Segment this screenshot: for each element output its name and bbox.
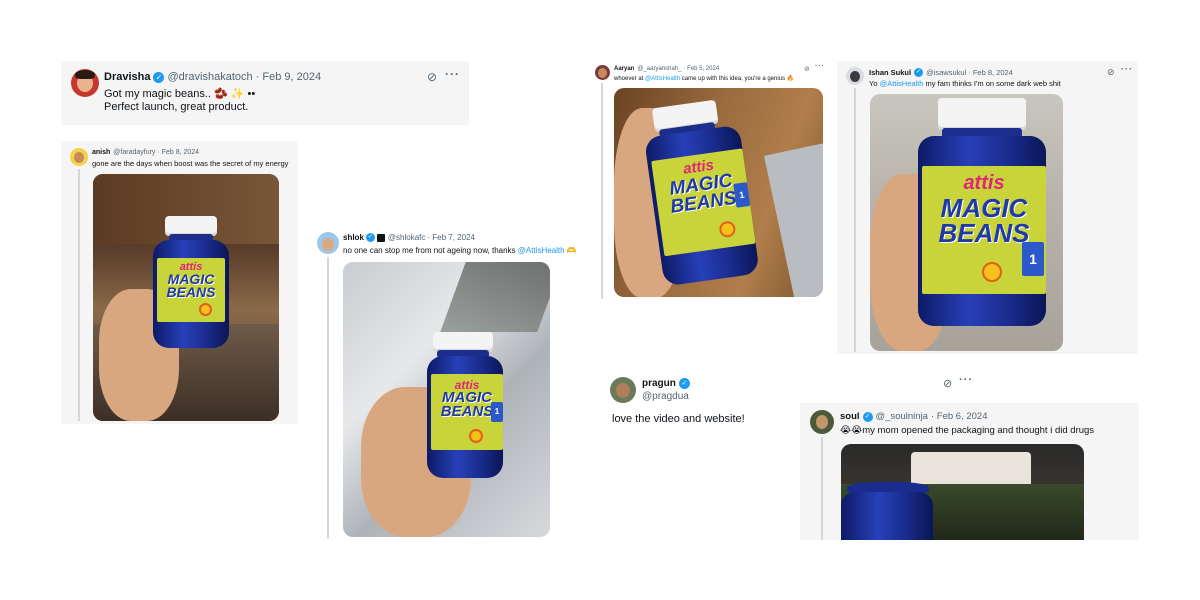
product-bottle: attis MAGIC BEANS 1 — [638, 95, 772, 289]
tweet-text-line-2: Perfect launch, great product. — [104, 101, 249, 113]
product-bottle: attis MAGIC BEANS 1 — [427, 332, 523, 482]
tweet-header: Dravisha ✓ @dravishakatoch · Feb 9, 2024 — [104, 71, 321, 83]
tweet-text: gone are the days when boost was the sec… — [92, 159, 289, 168]
tweet-date[interactable]: · Feb 8, 2024 — [157, 149, 199, 156]
verified-badge-icon: ✓ — [862, 411, 873, 422]
product-title: MAGIC BEANS — [166, 271, 216, 301]
grok-icon[interactable]: ⊘ — [427, 70, 437, 84]
avatar[interactable] — [595, 65, 610, 80]
product-bottle: attis MAGIC BEANS 1 — [918, 98, 1058, 328]
thread-line — [327, 257, 329, 539]
verified-badge-icon: ✓ — [678, 378, 690, 389]
author-name[interactable]: shlok — [343, 233, 364, 242]
grok-icon[interactable]: ⊘ — [943, 377, 952, 390]
author-name[interactable]: Aaryan — [614, 66, 634, 72]
tweet-text: no one can stop me from not ageing now, … — [343, 246, 577, 255]
product-bottle: attis MAGIC BEANS — [151, 216, 231, 351]
tweet-date[interactable]: · Feb 8, 2024 — [968, 68, 1013, 77]
tweet-header: pragun ✓ — [642, 378, 690, 389]
tweet-photo[interactable]: attis MAGIC BEANS — [93, 174, 279, 421]
brand-logo: attis — [963, 172, 1005, 194]
author-name[interactable]: Dravisha — [104, 71, 150, 83]
verified-badge-icon: ✓ — [153, 71, 165, 83]
tweet-header: anish @faradayfury · Feb 8, 2024 — [92, 149, 199, 156]
more-icon[interactable]: ··· — [445, 67, 460, 81]
author-handle[interactable]: @shlokafc — [388, 233, 425, 242]
verified-badge-icon: ✓ — [914, 68, 924, 77]
author-handle[interactable]: @_aaryanshah_ — [637, 66, 681, 72]
tweet-date[interactable]: · Feb 5, 2024 — [683, 66, 719, 72]
product-title: MAGIC BEANS — [938, 193, 1030, 248]
thread-line — [854, 88, 856, 352]
coin-icon — [469, 429, 483, 443]
tweet-text: Yo @AttisHealth my fam thinks I'm on som… — [869, 79, 1061, 88]
author-handle[interactable]: @dravishakatoch — [167, 71, 252, 83]
tweet-date[interactable]: · Feb 7, 2024 — [427, 233, 475, 242]
author-handle[interactable]: @isawsukul — [926, 68, 966, 77]
grok-icon[interactable]: ⊘ — [1107, 67, 1115, 78]
author-name[interactable]: anish — [92, 149, 110, 156]
author-handle[interactable]: @pragdua — [642, 391, 689, 402]
tweet-text: love the video and website! — [612, 413, 745, 425]
thread-line — [601, 83, 603, 299]
tweet-photo[interactable]: attis MAGIC BEANS 1 — [870, 94, 1063, 351]
more-icon[interactable]: ··· — [959, 374, 973, 386]
tweet-card-dravisha[interactable]: Dravisha ✓ @dravishakatoch · Feb 9, 2024… — [61, 61, 469, 125]
tweet-text: 😭😭my mom opened the packaging and though… — [840, 425, 1095, 436]
dosage-badge: 1 — [733, 182, 751, 208]
grok-icon[interactable]: ⊘ — [804, 65, 810, 73]
avatar[interactable] — [846, 67, 864, 85]
tweet-text-line-1: Got my magic beans.. 🫘 ✨ •• — [104, 88, 256, 100]
tweet-card-aaryan[interactable]: Aaryan @_aaryanshah_ · Feb 5, 2024 ⊘ ···… — [591, 61, 831, 301]
tweet-date[interactable]: · Feb 6, 2024 — [931, 411, 988, 422]
tweet-header: shlok ✓ @shlokafc · Feb 7, 2024 — [343, 233, 475, 242]
dosage-badge: 1 — [1022, 242, 1044, 276]
tweet-header: Ishan Sukul ✓ @isawsukul · Feb 8, 2024 — [869, 68, 1013, 77]
thread-line — [78, 169, 80, 421]
affiliate-badge-icon — [376, 233, 385, 242]
author-handle[interactable]: @_soulninja — [876, 411, 928, 422]
coin-icon — [982, 262, 1002, 282]
author-handle[interactable]: @faradayfury — [113, 149, 155, 156]
avatar[interactable] — [810, 410, 834, 434]
more-icon[interactable]: ··· — [1121, 64, 1133, 74]
thread-line — [821, 437, 823, 540]
tweet-text: whoever at @AttisHealth came up with thi… — [614, 76, 795, 82]
avatar[interactable] — [71, 69, 99, 97]
avatar[interactable] — [317, 232, 339, 254]
tweet-card-anish[interactable]: anish @faradayfury · Feb 8, 2024 gone ar… — [61, 141, 298, 424]
tweet-header: soul ✓ @_soulninja · Feb 6, 2024 — [840, 411, 987, 422]
coin-icon — [199, 303, 212, 316]
product-bottle — [841, 482, 941, 540]
dosage-badge: 1 — [491, 402, 503, 422]
tweet-card-ishan[interactable]: Ishan Sukul ✓ @isawsukul · Feb 8, 2024 ⊘… — [837, 61, 1138, 354]
tweet-header: Aaryan @_aaryanshah_ · Feb 5, 2024 — [614, 66, 719, 72]
mention-link[interactable]: @AttisHealth — [880, 79, 924, 88]
author-name[interactable]: pragun — [642, 378, 676, 389]
tweet-photo[interactable]: attis MAGIC BEANS 1 — [343, 262, 550, 537]
mention-link[interactable]: @AttisHealth — [518, 246, 565, 255]
tweet-card-soul[interactable]: soul ✓ @_soulninja · Feb 6, 2024 😭😭my mo… — [800, 403, 1139, 540]
tweet-card-shlok[interactable]: shlok ✓ @shlokafc · Feb 7, 2024 no one c… — [309, 225, 593, 541]
mention-link[interactable]: @AttisHealth — [645, 76, 680, 82]
avatar[interactable] — [610, 377, 636, 403]
more-icon[interactable]: ··· — [815, 63, 825, 70]
tweet-photo[interactable] — [841, 444, 1084, 540]
verified-badge-icon: ✓ — [365, 233, 375, 242]
tweet-date[interactable]: · Feb 9, 2024 — [256, 71, 321, 83]
avatar[interactable] — [70, 148, 88, 166]
author-name[interactable]: soul — [840, 411, 860, 422]
coin-icon — [718, 220, 737, 239]
tweet-photo[interactable]: attis MAGIC BEANS 1 — [614, 88, 823, 297]
author-name[interactable]: Ishan Sukul — [869, 68, 911, 77]
